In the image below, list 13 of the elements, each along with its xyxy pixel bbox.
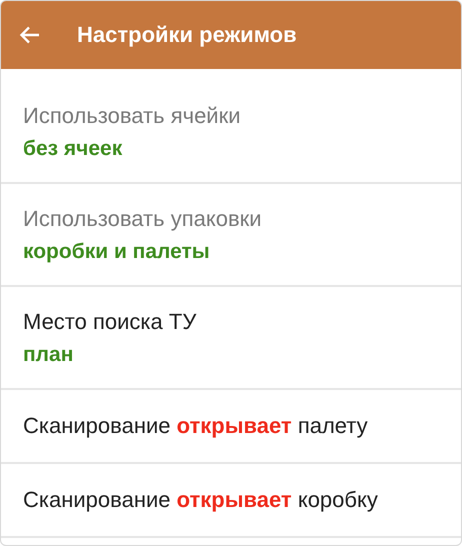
setting-text: Сканирование открывает палету [23,413,369,439]
setting-text: Сканирование открывает коробку [23,487,379,513]
screen-title: Настройки режимов [77,22,297,48]
setting-label: Использовать упаковки [23,206,263,232]
setting-label: Использовать ячейки [23,102,242,128]
setting-row[interactable]: Сканирование открывает коробку [1,464,461,538]
setting-label: Место поиска ТУ [23,308,198,334]
setting-value: план [23,342,74,366]
back-arrow-icon[interactable] [19,24,41,46]
setting-row[interactable]: Место поиска ТУ план [1,287,461,390]
setting-value: без ячеек [23,136,124,160]
setting-value: коробки и палеты [23,240,211,264]
setting-row[interactable]: Сканирование открывает палету [1,390,461,464]
